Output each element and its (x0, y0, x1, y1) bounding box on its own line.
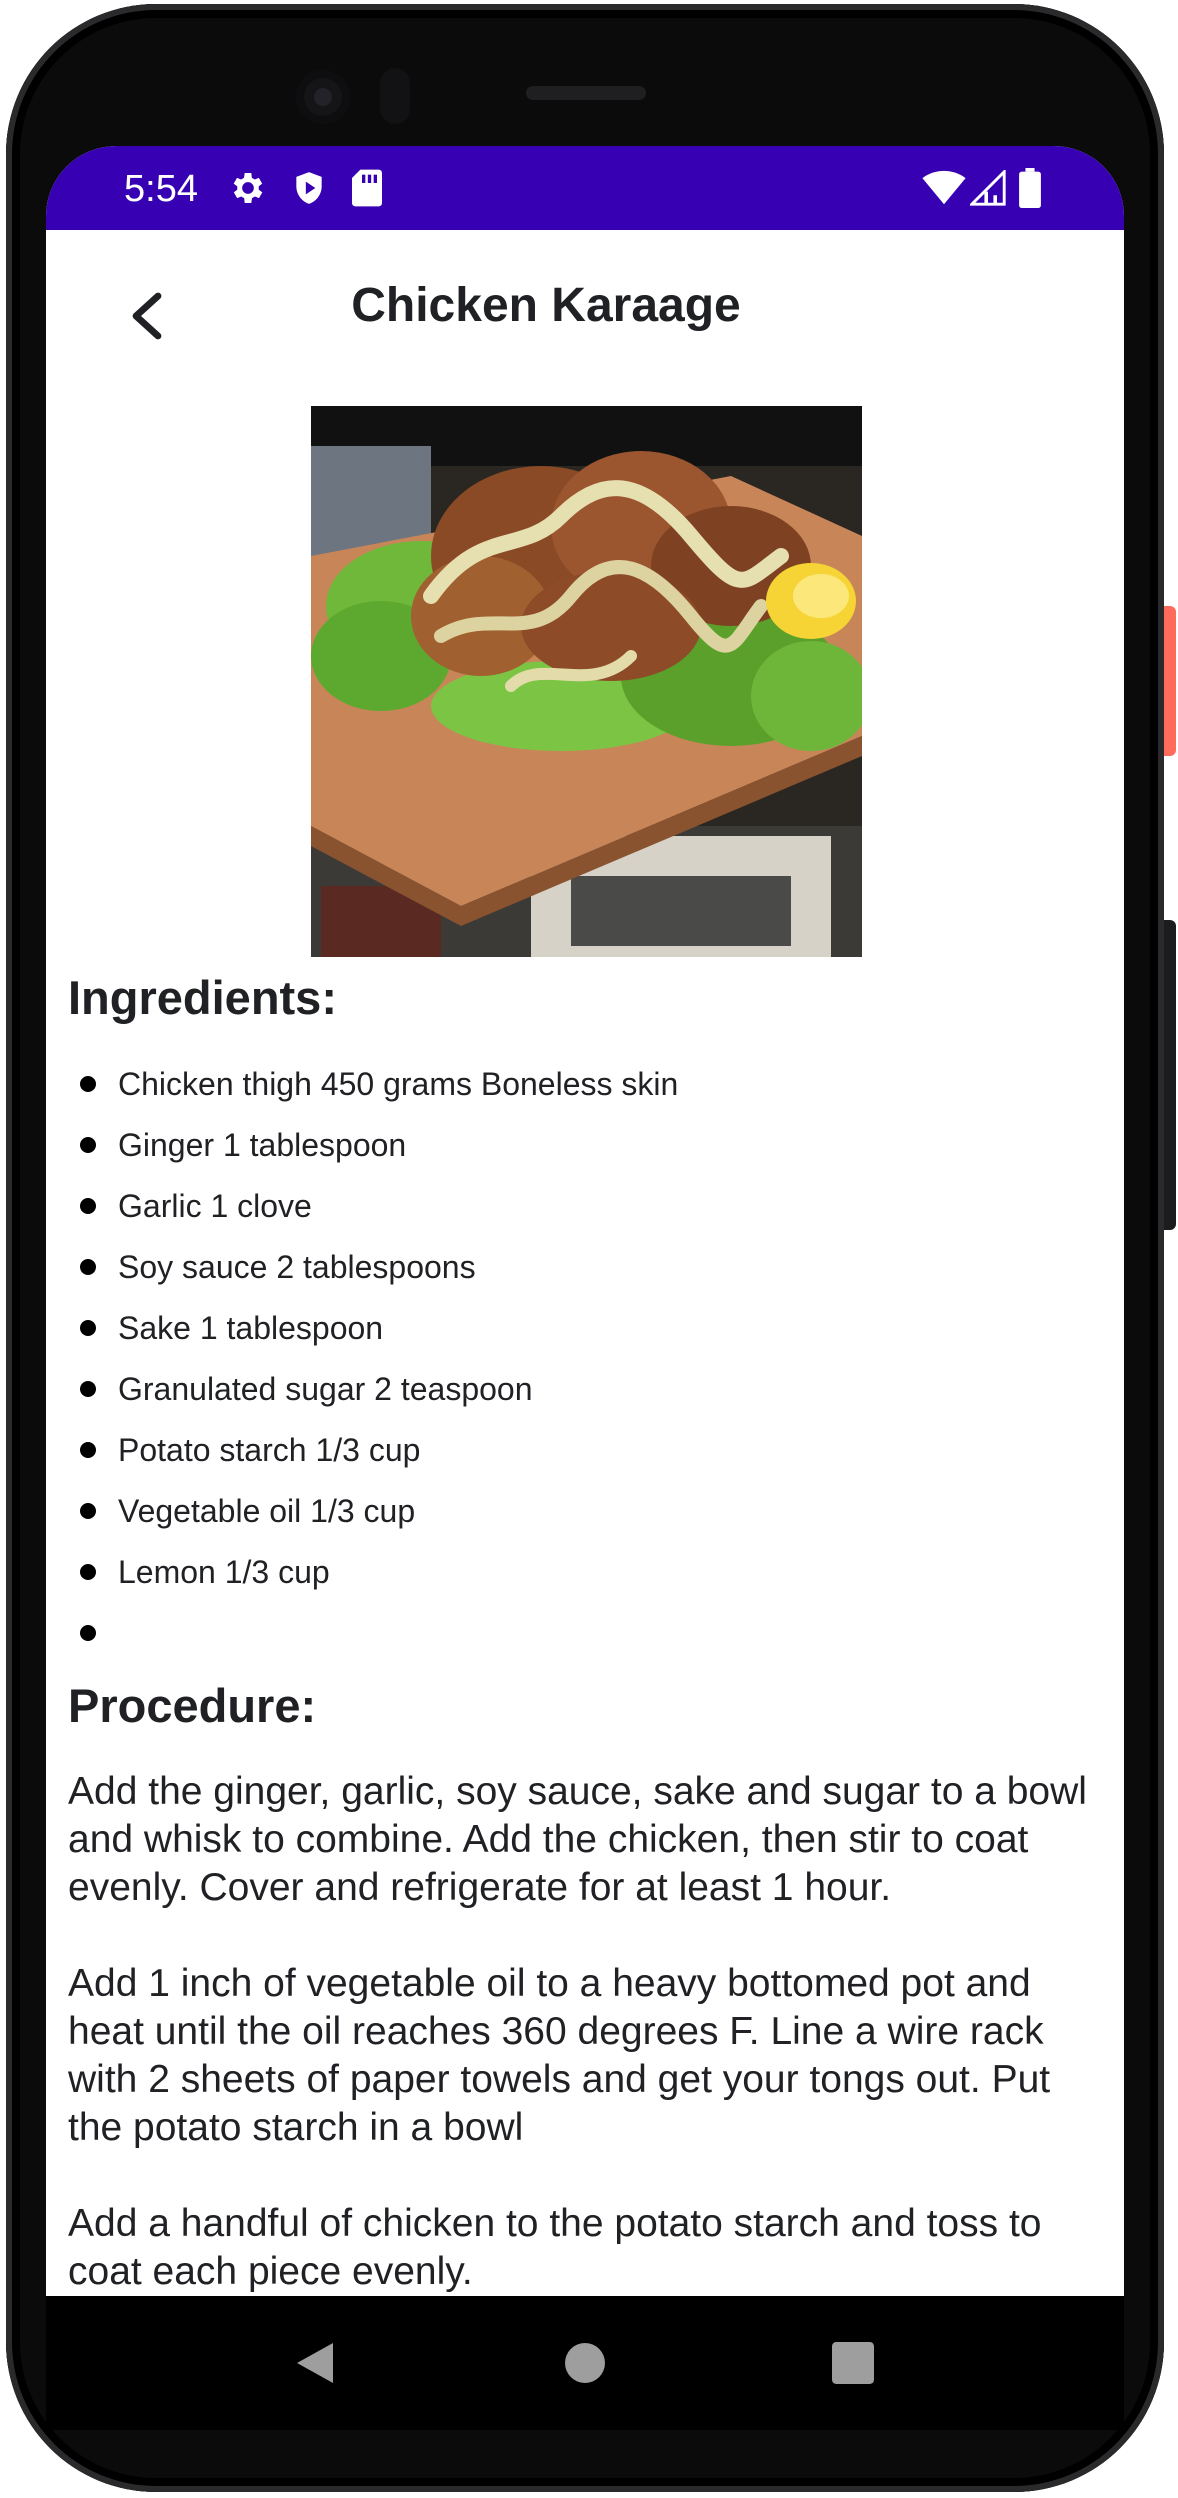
list-item: Lemon 1/3 cup (118, 1554, 330, 1590)
earpiece-speaker (526, 86, 646, 100)
app-screen: 5:54 Chicken Karaage Ingredients: Chicke… (46, 146, 1124, 2296)
list-item: Garlic 1 clove (118, 1188, 312, 1224)
list-item: Soy sauce 2 tablespoons (118, 1249, 476, 1285)
ingredients-heading: Ingredients: (68, 971, 337, 1024)
page-title: Chicken Karaage (351, 279, 741, 332)
shield-icon (290, 168, 328, 213)
gear-icon (228, 168, 268, 213)
proximity-sensor (380, 68, 410, 124)
nav-home-button[interactable] (550, 2330, 620, 2400)
cell-signal-icon (968, 168, 1006, 211)
list-bullet (80, 1503, 96, 1519)
status-bar: 5:54 (46, 146, 1124, 230)
battery-icon (1018, 168, 1042, 213)
list-bullet (80, 1137, 96, 1153)
power-button (1164, 606, 1176, 756)
list-item: Ginger 1 tablespoon (118, 1127, 407, 1163)
nav-recents-button[interactable] (818, 2330, 888, 2400)
home-circle-icon (563, 2341, 607, 2390)
list-bullet (80, 1442, 96, 1458)
system-nav-bar (46, 2296, 1124, 2430)
volume-button (1164, 920, 1176, 1230)
nav-back-button[interactable] (280, 2330, 350, 2400)
procedure-text: Add the ginger, garlic, soy sauce, sake … (68, 1770, 1087, 2293)
list-bullet (80, 1320, 96, 1336)
list-bullet (80, 1198, 96, 1214)
recipe-detail: Chicken Karaage Ingredients: Chicken thi… (46, 230, 1124, 2296)
front-camera (296, 70, 350, 124)
wifi-icon (922, 170, 966, 211)
list-bullet (80, 1564, 96, 1580)
recipe-photo (311, 406, 862, 957)
status-time: 5:54 (124, 168, 198, 210)
list-bullet (80, 1259, 96, 1275)
procedure-heading: Procedure: (68, 1679, 317, 1732)
list-bullet (80, 1625, 96, 1641)
list-item: Sake 1 tablespoon (118, 1310, 384, 1346)
list-item: Vegetable oil 1/3 cup (118, 1493, 416, 1529)
sd-card-icon (350, 168, 384, 213)
list-bullet (80, 1076, 96, 1092)
list-item: Chicken thigh 450 grams Boneless skin (118, 1066, 679, 1102)
list-item: Potato starch 1/3 cup (118, 1432, 421, 1468)
list-item: Granulated sugar 2 teaspoon (118, 1371, 533, 1407)
recents-square-icon (832, 2341, 874, 2389)
list-bullet (80, 1381, 96, 1397)
back-triangle-icon (293, 2339, 337, 2392)
phone-frame: 5:54 Chicken Karaage Ingredients: Chicke… (0, 0, 1178, 2498)
